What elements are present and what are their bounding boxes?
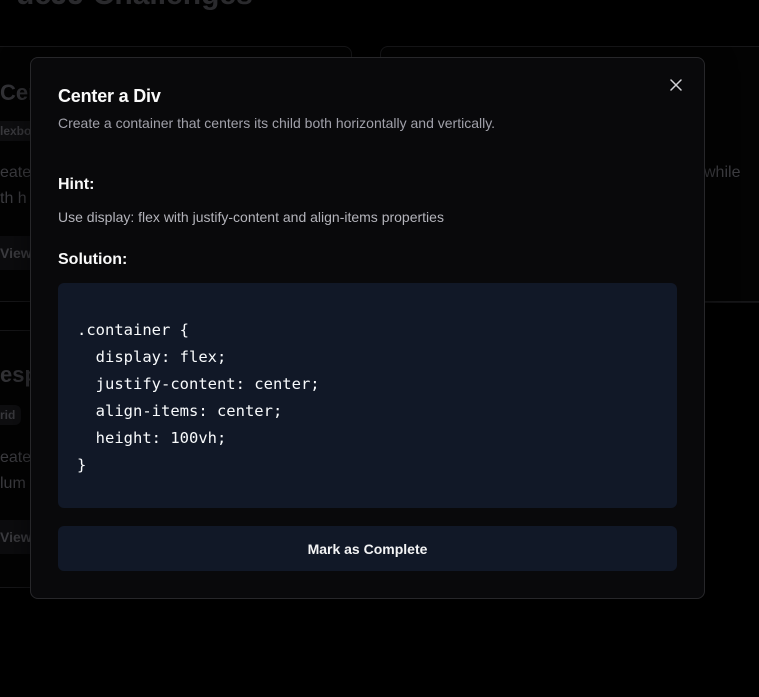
code-line: align-items: center; (77, 402, 283, 420)
code-line: justify-content: center; (77, 375, 320, 393)
mark-complete-button[interactable]: Mark as Complete (58, 526, 677, 571)
challenge-card-text: while (704, 164, 741, 181)
solution-code-block: .container { display: flex; justify-cont… (58, 283, 677, 508)
close-button[interactable] (668, 77, 684, 93)
hint-heading: Hint: (58, 176, 95, 193)
challenge-card-text: th h (0, 190, 27, 207)
challenge-dialog: Center a Div Create a container that cen… (30, 57, 705, 599)
challenge-card-text: lum (0, 475, 26, 492)
challenge-card-text: eate (0, 449, 32, 466)
hint-text: Use display: flex with justify-content a… (58, 209, 444, 225)
challenge-badge: rid (0, 405, 22, 425)
code-line: display: flex; (77, 348, 227, 366)
challenge-card-text: eate (0, 164, 32, 181)
solution-heading: Solution: (58, 251, 128, 268)
code-line: } (77, 456, 87, 474)
dialog-description: Create a container that centers its chil… (58, 115, 496, 131)
divider (700, 302, 759, 303)
page-title: ucJJ Challenges (16, 0, 253, 12)
code-line: height: 100vh; (77, 429, 227, 447)
dialog-title: Center a Div (58, 86, 161, 106)
close-icon (670, 79, 682, 91)
code-line: .container { (77, 321, 189, 339)
